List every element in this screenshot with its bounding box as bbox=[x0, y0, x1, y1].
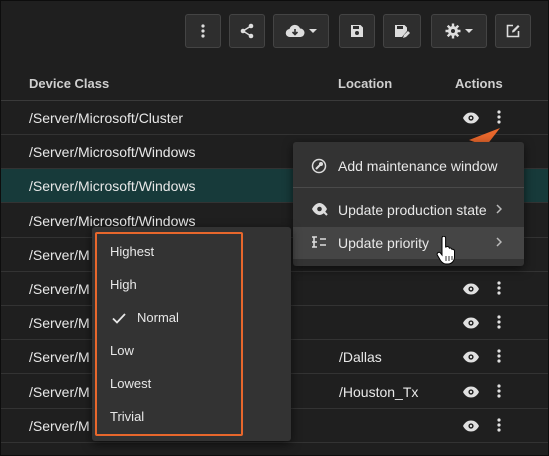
share-icon bbox=[240, 23, 254, 39]
device-class-cell: /Server/M bbox=[29, 383, 90, 400]
row-actions-kebab-icon[interactable] bbox=[497, 110, 501, 124]
device-class-cell: /Server/Microsoft/Windows bbox=[29, 178, 196, 195]
edit-square-icon bbox=[506, 24, 520, 38]
save-button[interactable] bbox=[339, 14, 375, 48]
device-class-cell: /Server/M bbox=[29, 315, 90, 332]
device-class-cell: /Server/M bbox=[29, 349, 90, 366]
cloud-download-button[interactable] bbox=[273, 14, 329, 48]
menu-item-label: Update production state bbox=[338, 202, 487, 218]
annotation-highlight-box bbox=[95, 232, 243, 436]
device-class-cell: /Server/M bbox=[29, 246, 90, 263]
row-context-menu: Add maintenance window Update production… bbox=[293, 142, 524, 266]
location-cell: /Dallas bbox=[339, 349, 382, 366]
share-button[interactable] bbox=[229, 14, 265, 48]
floppy-edit-icon bbox=[395, 24, 410, 38]
menu-divider bbox=[293, 187, 524, 188]
hand-cursor-icon bbox=[436, 236, 455, 265]
chevron-right-icon bbox=[496, 204, 502, 214]
device-class-cell: /Server/Microsoft/Windows bbox=[29, 144, 196, 161]
view-eye-icon[interactable] bbox=[462, 351, 480, 363]
chevron-down-icon bbox=[309, 28, 317, 33]
row-actions-kebab-icon[interactable] bbox=[497, 281, 501, 295]
menu-item-label: Update priority bbox=[338, 235, 430, 251]
view-eye-icon[interactable] bbox=[462, 317, 480, 329]
maintenance-icon bbox=[311, 158, 327, 174]
cloud-download-icon bbox=[285, 24, 305, 38]
menu-item-update-production-state[interactable]: Update production state bbox=[293, 194, 524, 226]
column-header-actions: Actions bbox=[455, 76, 503, 91]
view-eye-icon[interactable] bbox=[462, 112, 480, 124]
gear-icon bbox=[445, 23, 461, 39]
chevron-right-icon bbox=[496, 237, 502, 247]
column-header-device-class[interactable]: Device Class bbox=[29, 76, 109, 91]
kebab-vertical-icon bbox=[201, 24, 205, 38]
menu-item-add-maintenance-window[interactable]: Add maintenance window bbox=[293, 150, 524, 182]
view-eye-icon[interactable] bbox=[462, 420, 480, 432]
floppy-disk-icon bbox=[351, 25, 363, 37]
device-class-cell: /Server/M bbox=[29, 281, 90, 297]
device-class-cell: /Server/M bbox=[29, 417, 90, 434]
menu-item-label: Add maintenance window bbox=[338, 158, 498, 174]
view-eye-icon[interactable] bbox=[462, 386, 480, 398]
edit-button[interactable] bbox=[495, 14, 531, 48]
more-actions-button[interactable] bbox=[185, 14, 221, 48]
view-eye-icon[interactable] bbox=[462, 283, 480, 295]
row-actions-kebab-icon[interactable] bbox=[497, 418, 501, 432]
chevron-down-icon bbox=[465, 28, 473, 33]
priority-icon bbox=[312, 236, 326, 248]
production-state-icon bbox=[312, 203, 328, 216]
menu-item-update-priority[interactable]: Update priority bbox=[293, 227, 524, 259]
settings-button[interactable] bbox=[431, 14, 487, 48]
row-actions-kebab-icon[interactable] bbox=[497, 349, 501, 363]
row-actions-kebab-icon[interactable] bbox=[497, 315, 501, 329]
device-class-cell: /Server/Microsoft/Cluster bbox=[29, 110, 184, 126]
save-edit-button[interactable] bbox=[383, 14, 421, 48]
location-cell: /Houston_Tx bbox=[339, 383, 419, 400]
row-actions-kebab-icon[interactable] bbox=[497, 383, 501, 398]
column-header-location[interactable]: Location bbox=[338, 76, 392, 91]
